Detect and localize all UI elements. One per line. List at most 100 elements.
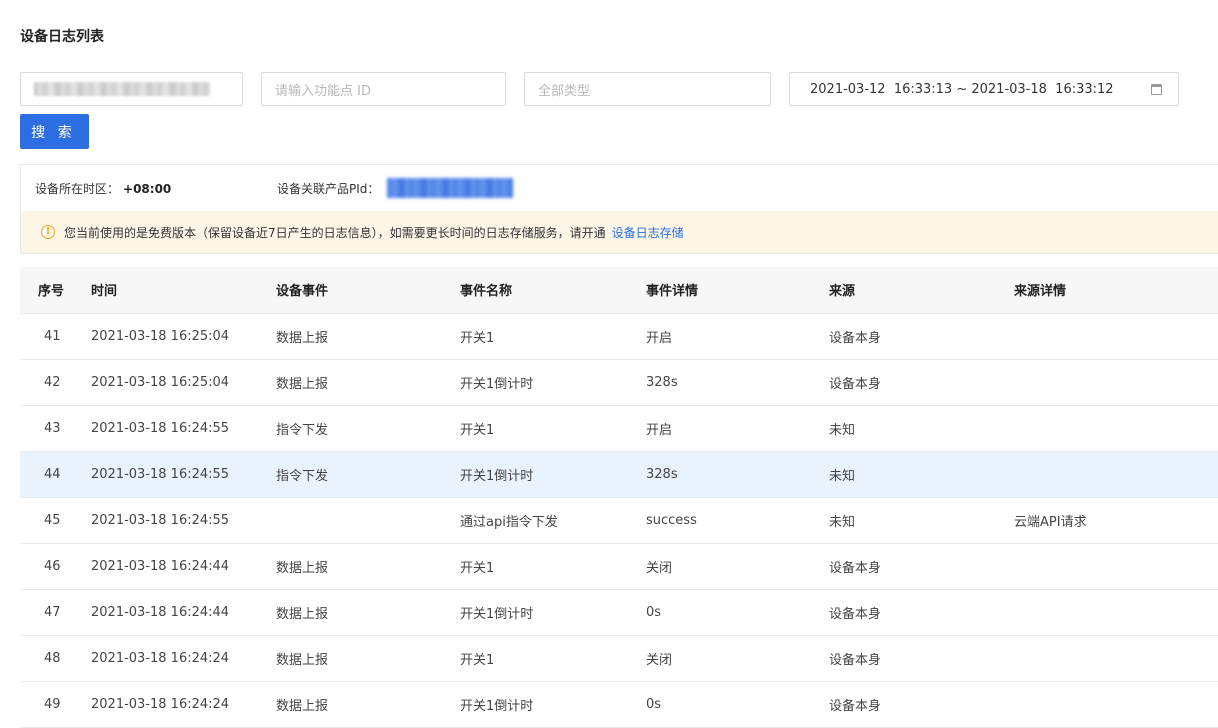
cell-time: 2021-03-18 16:24:24 [91, 681, 276, 728]
cell-source-detail [1014, 359, 1218, 406]
cell-event-name: 开关1 [460, 635, 646, 682]
table-row[interactable]: 44 2021-03-18 16:24:55 指令下发 开关1倒计时 328s 未知 [20, 451, 1218, 498]
cell-device-event: 数据上报 [276, 313, 460, 360]
cell-time: 2021-03-18 16:24:44 [91, 543, 276, 590]
cell-event-name: 开关1 [460, 405, 646, 452]
cell-device-event [276, 497, 460, 544]
function-id-placeholder: 请输入功能点 ID [275, 83, 371, 99]
redacted-product-pid [387, 178, 513, 198]
cell-time: 2021-03-18 16:24:55 [91, 497, 276, 544]
header-event-name: 事件名称 [460, 267, 646, 314]
table-row[interactable]: 43 2021-03-18 16:24:55 指令下发 开关1 开启 未知 [20, 405, 1218, 452]
cell-time: 2021-03-18 16:24:55 [91, 405, 276, 452]
cell-event-detail: 328s [646, 359, 829, 406]
cell-event-detail: 328s [646, 451, 829, 498]
cell-index: 41 [20, 313, 91, 360]
table-row[interactable]: 41 2021-03-18 16:25:04 数据上报 开关1 开启 设备本身 [20, 313, 1218, 360]
cell-source-detail [1014, 681, 1218, 728]
calendar-icon[interactable] [1151, 84, 1162, 95]
cell-device-event: 数据上报 [276, 543, 460, 590]
cell-index: 46 [20, 543, 91, 590]
header-source-detail: 来源详情 [1014, 267, 1218, 314]
cell-source-detail [1014, 405, 1218, 452]
table-row[interactable]: 49 2021-03-18 16:24:24 数据上报 开关1倒计时 0s 设备本身 [20, 681, 1218, 728]
cell-source: 未知 [829, 451, 1014, 498]
function-id-input[interactable]: 请输入功能点 ID [261, 72, 506, 106]
header-device-event: 设备事件 [276, 267, 460, 314]
cell-source: 设备本身 [829, 589, 1014, 636]
device-info-panel: 设备所在时区： +08:00 设备关联产品PId： ! 您当前使用的是免费版本（保… [20, 164, 1218, 254]
device-id-field[interactable] [20, 72, 243, 106]
table-row[interactable]: 47 2021-03-18 16:24:44 数据上报 开关1倒计时 0s 设备本身 [20, 589, 1218, 636]
cell-event-name: 开关1倒计时 [460, 681, 646, 728]
cell-source: 未知 [829, 497, 1014, 544]
cell-device-event: 数据上报 [276, 359, 460, 406]
cell-event-detail: success [646, 497, 829, 544]
cell-time: 2021-03-18 16:25:04 [91, 313, 276, 360]
header-source: 来源 [829, 267, 1014, 314]
table-row[interactable]: 48 2021-03-18 16:24:24 数据上报 开关1 关闭 设备本身 [20, 635, 1218, 682]
cell-source: 设备本身 [829, 635, 1014, 682]
log-storage-link[interactable]: 设备日志存储 [612, 224, 684, 241]
device-meta-row: 设备所在时区： +08:00 设备关联产品PId： [21, 165, 1218, 212]
cell-source-detail: 云端API请求 [1014, 497, 1218, 544]
event-type-value: 全部类型 [538, 83, 591, 99]
cell-event-detail: 关闭 [646, 543, 829, 590]
cell-index: 48 [20, 635, 91, 682]
timezone-value: +08:00 [123, 182, 172, 196]
header-time: 时间 [91, 267, 276, 314]
cell-time: 2021-03-18 16:24:44 [91, 589, 276, 636]
cell-source-detail [1014, 589, 1218, 636]
warning-icon: ! [41, 225, 55, 239]
cell-event-detail: 开启 [646, 405, 829, 452]
header-index: 序号 [20, 267, 91, 314]
date-range-value: 2021-03-12 16:33:13 ~ 2021-03-18 16:33:1… [810, 81, 1114, 97]
cell-time: 2021-03-18 16:24:55 [91, 451, 276, 498]
cell-event-detail: 0s [646, 589, 829, 636]
header-event-detail: 事件详情 [646, 267, 829, 314]
cell-device-event: 数据上报 [276, 635, 460, 682]
cell-source: 未知 [829, 405, 1014, 452]
cell-index: 45 [20, 497, 91, 544]
cell-source: 设备本身 [829, 681, 1014, 728]
cell-device-event: 指令下发 [276, 405, 460, 452]
cell-event-name: 开关1倒计时 [460, 451, 646, 498]
cell-event-name: 开关1 [460, 313, 646, 360]
cell-source-detail [1014, 313, 1218, 360]
cell-device-event: 指令下发 [276, 451, 460, 498]
table-header-row: 序号 时间 设备事件 事件名称 事件详情 来源 来源详情 [20, 267, 1218, 314]
cell-source: 设备本身 [829, 359, 1014, 406]
cell-event-detail: 0s [646, 681, 829, 728]
event-type-select[interactable]: 全部类型 [524, 72, 771, 106]
cell-index: 49 [20, 681, 91, 728]
cell-event-name: 通过api指令下发 [460, 497, 646, 544]
table-body: 41 2021-03-18 16:25:04 数据上报 开关1 开启 设备本身 42 2021… [20, 313, 1218, 728]
date-range-picker[interactable]: 2021-03-12 16:33:13 ~ 2021-03-18 16:33:1… [789, 72, 1179, 106]
cell-source: 设备本身 [829, 543, 1014, 590]
device-log-table: 序号 时间 设备事件 事件名称 事件详情 来源 来源详情 41 2021-03-1… [20, 267, 1218, 728]
cell-time: 2021-03-18 16:25:04 [91, 359, 276, 406]
table-row[interactable]: 42 2021-03-18 16:25:04 数据上报 开关1倒计时 328s 设备本身 [20, 359, 1218, 406]
page-title: 设备日志列表 [20, 29, 104, 45]
cell-time: 2021-03-18 16:24:24 [91, 635, 276, 682]
cell-source-detail [1014, 635, 1218, 682]
redacted-device-id [34, 82, 210, 96]
cell-event-name: 开关1倒计时 [460, 589, 646, 636]
cell-source-detail [1014, 451, 1218, 498]
table-row[interactable]: 46 2021-03-18 16:24:44 数据上报 开关1 关闭 设备本身 [20, 543, 1218, 590]
cell-source: 设备本身 [829, 313, 1014, 360]
cell-event-name: 开关1 [460, 543, 646, 590]
cell-event-detail: 关闭 [646, 635, 829, 682]
cell-device-event: 数据上报 [276, 589, 460, 636]
notice-text: 您当前使用的是免费版本（保留设备近7日产生的日志信息），如需要更长时间的日志存储… [64, 225, 606, 240]
table-row[interactable]: 45 2021-03-18 16:24:55 通过api指令下发 success 未知云… [20, 497, 1218, 544]
cell-device-event: 数据上报 [276, 681, 460, 728]
cell-index: 43 [20, 405, 91, 452]
cell-event-detail: 开启 [646, 313, 829, 360]
search-button[interactable]: 搜 索 [20, 114, 89, 149]
timezone-info: 设备所在时区： +08:00 [35, 180, 171, 197]
filter-bar: 请输入功能点 ID 全部类型 2021-03-12 16:33:13 ~ 202… [20, 72, 1218, 106]
cell-source-detail [1014, 543, 1218, 590]
cell-event-name: 开关1倒计时 [460, 359, 646, 406]
cell-index: 47 [20, 589, 91, 636]
